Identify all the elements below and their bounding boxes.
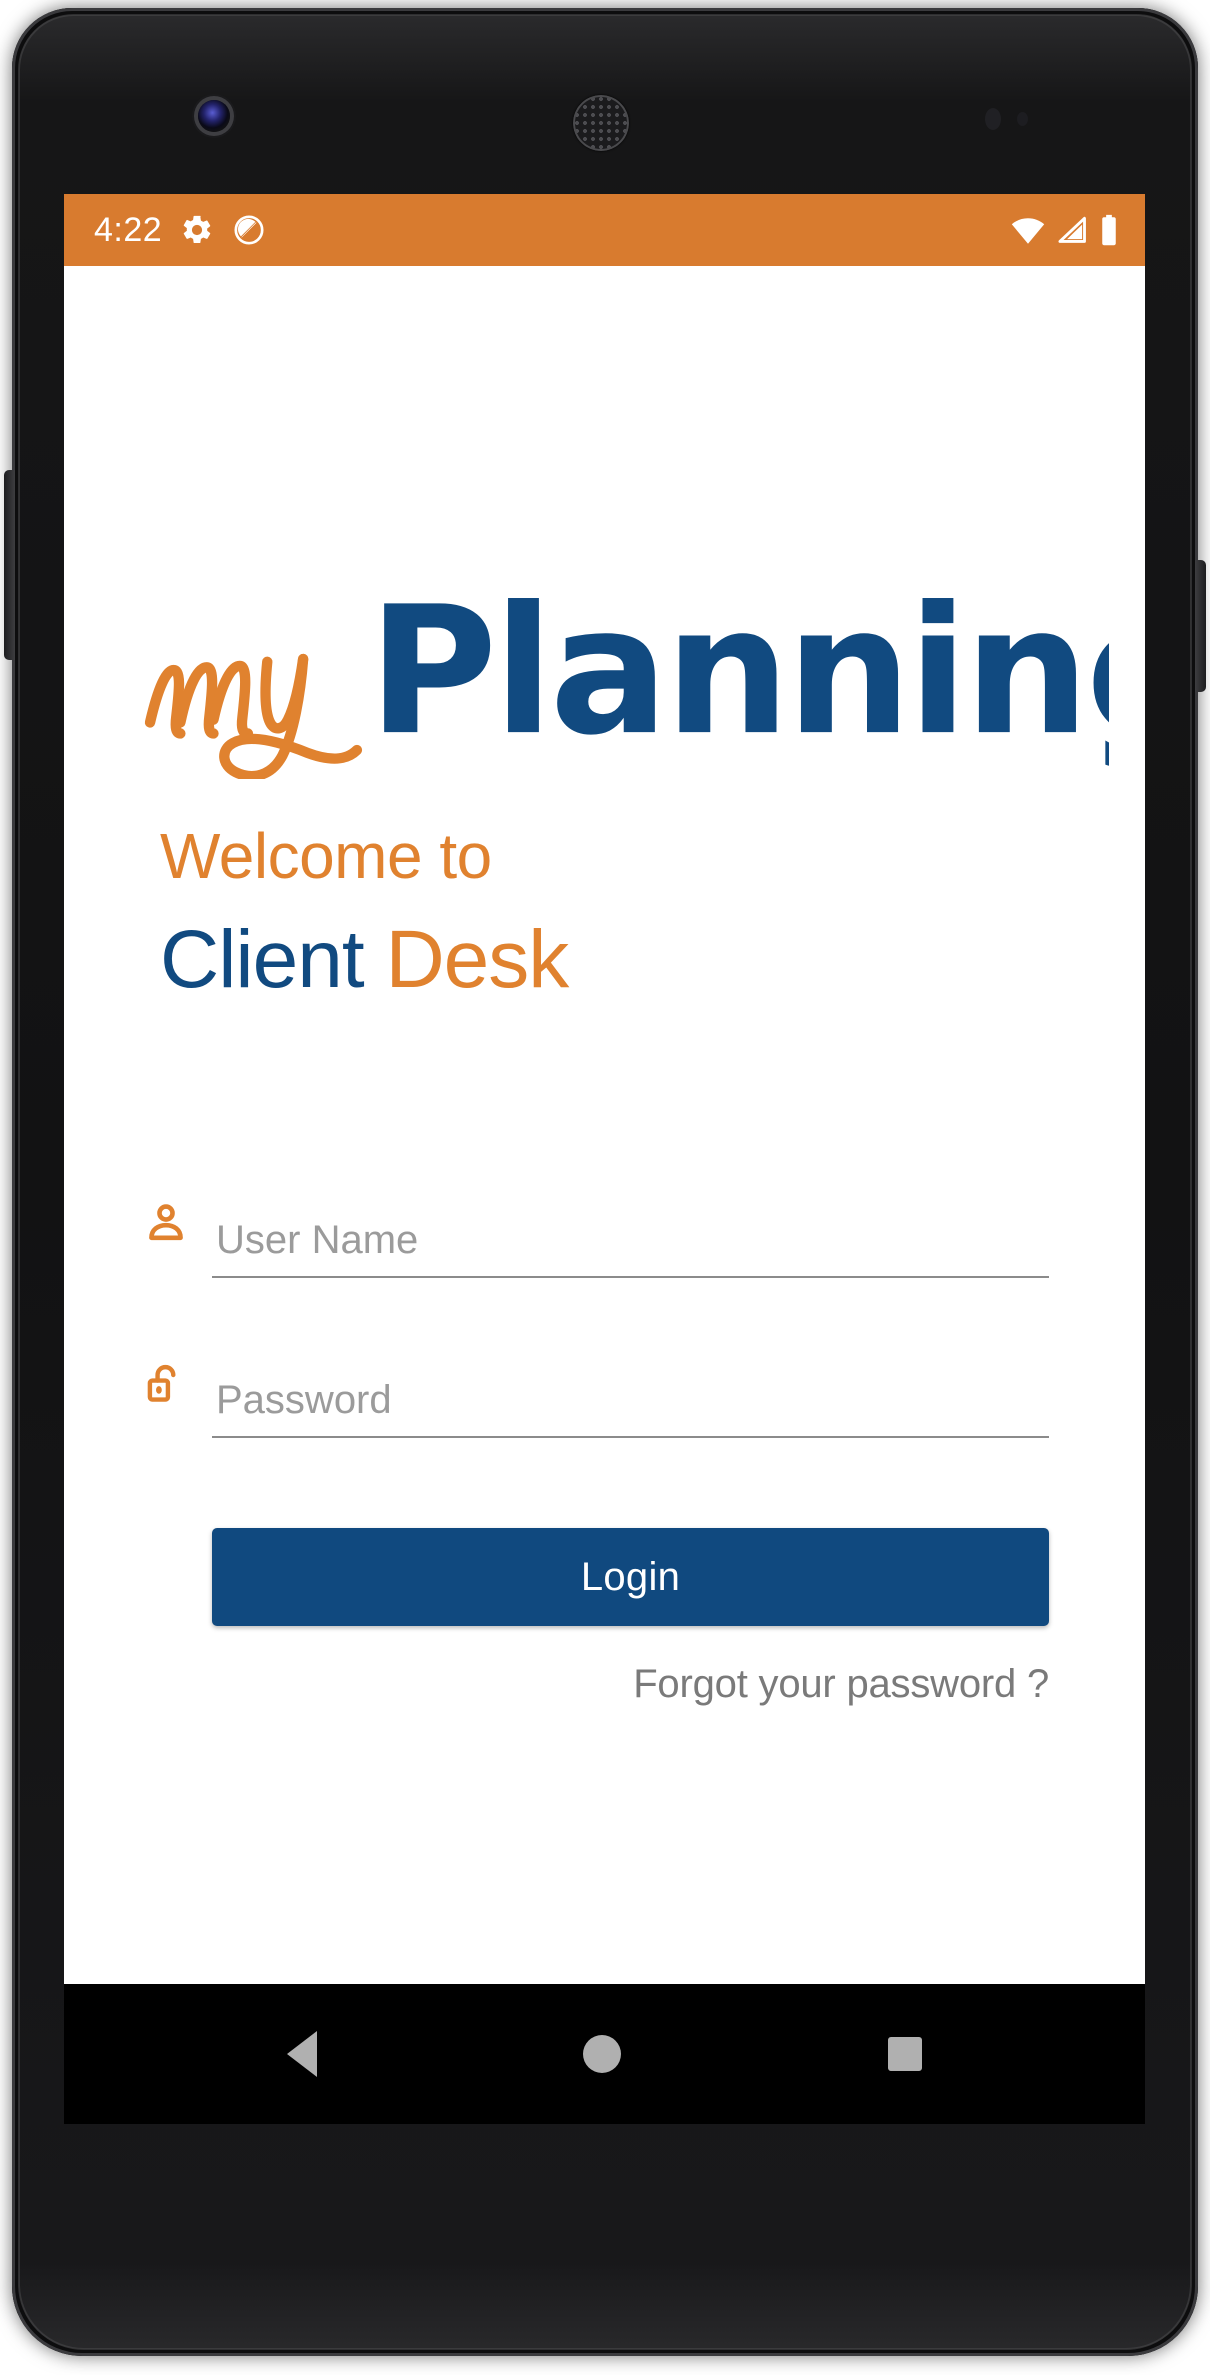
status-bar-right-group [1010, 214, 1119, 247]
status-bar-clock: 4:22 [94, 211, 163, 249]
product-title-secondary: Desk [363, 914, 569, 1006]
app-logo: Planning [64, 564, 1145, 779]
unlocked-padlock-icon [140, 1358, 192, 1410]
cellular-signal-icon [1056, 215, 1089, 245]
status-bar: 4:22 [64, 194, 1145, 266]
login-button[interactable]: Login [212, 1528, 1049, 1626]
home-circle-icon [583, 2035, 622, 2073]
nav-home-button[interactable] [543, 2023, 661, 2085]
phone-screen: 4:22 Plannin Welcome to Client Desk User… [64, 194, 1145, 2124]
login-form: Login Forgot your password ? [64, 1186, 1145, 1707]
battery-icon [1099, 214, 1119, 247]
ambient-light-sensor [1017, 112, 1028, 126]
front-camera-lens [198, 100, 230, 132]
nav-recents-button[interactable] [848, 2025, 962, 2083]
username-input[interactable] [212, 1216, 1049, 1278]
status-bar-left-group: 4:22 [94, 213, 266, 247]
login-screen-content: Planning Welcome to Client Desk [64, 266, 1145, 1984]
power-button[interactable] [1195, 560, 1206, 692]
product-title: Client Desk [160, 914, 569, 1006]
wifi-icon [1010, 215, 1046, 245]
android-navigation-bar [64, 1984, 1145, 2124]
product-title-primary: Client [160, 914, 365, 1006]
username-field-row [149, 1186, 1049, 1278]
do-not-disturb-icon [232, 213, 266, 247]
earpiece-speaker-grill [573, 95, 629, 151]
welcome-heading-block: Welcome to Client Desk [160, 820, 569, 1006]
welcome-greeting: Welcome to [160, 820, 492, 892]
proximity-sensor [985, 108, 1001, 130]
svg-text:Planning: Planning [367, 579, 1108, 774]
password-field-row [147, 1346, 1049, 1438]
forgot-password-row: Forgot your password ? [212, 1662, 1049, 1707]
volume-rocker-button[interactable] [4, 470, 15, 660]
forgot-password-link[interactable]: Forgot your password ? [633, 1662, 1049, 1706]
recents-square-icon [887, 2037, 922, 2071]
password-input[interactable] [212, 1376, 1049, 1438]
back-triangle-icon [287, 2031, 318, 2077]
gear-icon [180, 213, 214, 247]
nav-back-button[interactable] [247, 2019, 357, 2089]
person-icon [140, 1198, 192, 1250]
